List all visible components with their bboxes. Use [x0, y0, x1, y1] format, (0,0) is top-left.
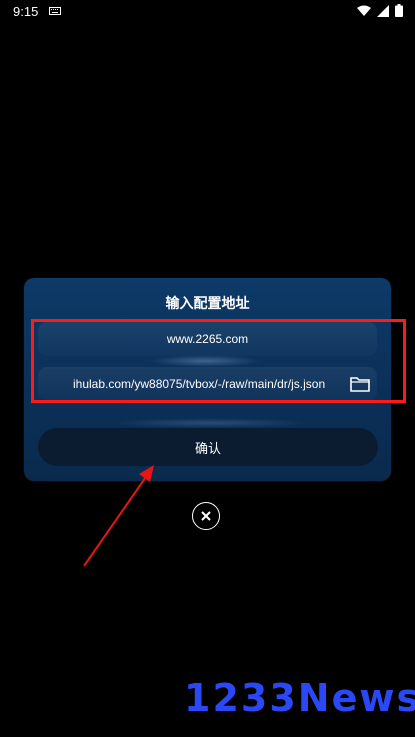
dialog-title: 输入配置地址: [165, 295, 250, 311]
wifi-icon: [357, 5, 371, 16]
battery-icon: [395, 4, 403, 17]
close-button[interactable]: [192, 502, 220, 530]
highlight-box: [31, 319, 406, 403]
status-time: 9:15: [13, 4, 39, 19]
keyboard-icon: [49, 7, 61, 15]
confirm-button[interactable]: 确认: [38, 428, 378, 466]
divider-glow: [110, 418, 310, 428]
signal-icon: [377, 4, 389, 17]
close-icon: [201, 511, 211, 521]
watermark-logo: 1233News: [184, 676, 415, 720]
status-bar: 9:15: [0, 0, 415, 24]
